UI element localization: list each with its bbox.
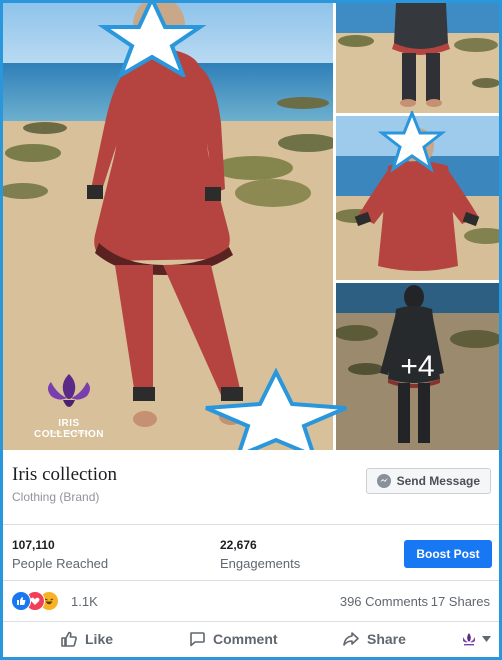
star-icon: [205, 368, 347, 450]
people-reached-label: People Reached: [12, 556, 109, 571]
engagements-value: 22,676: [220, 538, 257, 552]
star-icon: [378, 111, 446, 173]
share-button[interactable]: Share: [342, 630, 406, 648]
share-icon: [343, 632, 359, 646]
like-button[interactable]: Like: [60, 630, 113, 648]
boost-post-button[interactable]: Boost Post: [404, 540, 492, 568]
messenger-icon: [376, 474, 391, 488]
photo-grid: IRIS COLLECTION Make Your Beach +4: [3, 3, 499, 450]
comment-label: Comment: [213, 631, 278, 647]
post-card: IRIS COLLECTION Make Your Beach +4 Iris …: [0, 0, 502, 660]
comment-icon: [190, 632, 205, 647]
comments-count[interactable]: 396 Comments: [340, 594, 428, 609]
thumbs-up-icon: [61, 631, 77, 647]
page-name[interactable]: Iris collection: [12, 464, 117, 486]
thumbnail-photo-3[interactable]: +4: [336, 283, 499, 450]
like-reaction-icon: [11, 591, 31, 611]
account-switcher[interactable]: [461, 632, 491, 646]
post-insights: 107,110 People Reached 22,676 Engagement…: [3, 525, 499, 581]
brand-logo-tagline: Make Your Beach: [49, 430, 89, 436]
like-label: Like: [85, 631, 114, 647]
page-info: Iris collection Clothing (Brand) Send Me…: [3, 450, 499, 525]
page-avatar-icon: [463, 633, 475, 646]
people-reached-value: 107,110: [12, 538, 55, 552]
send-message-label: Send Message: [396, 474, 480, 488]
post-actions: Like Comment Share: [3, 622, 499, 657]
brand-logo: IRIS COLLECTION Make Your Beach: [29, 368, 109, 440]
reaction-icons[interactable]: [11, 591, 71, 611]
thumbnail-photo-1[interactable]: [336, 3, 499, 113]
page-category: Clothing (Brand): [12, 490, 100, 504]
chevron-down-icon: [482, 636, 491, 642]
star-icon: [97, 3, 207, 77]
engagements-label: Engagements: [220, 556, 301, 571]
share-label: Share: [367, 631, 406, 647]
send-message-button[interactable]: Send Message: [365, 468, 491, 494]
reaction-count[interactable]: 1.1K: [71, 594, 98, 609]
more-photos-overlay[interactable]: +4: [336, 283, 499, 450]
shares-count[interactable]: 17 Shares: [431, 594, 490, 609]
brand-logo-text: IRIS COLLECTION: [34, 418, 104, 440]
comment-button[interactable]: Comment: [188, 630, 278, 648]
reactions-bar: 1.1K 396 Comments 17 Shares: [3, 581, 499, 622]
